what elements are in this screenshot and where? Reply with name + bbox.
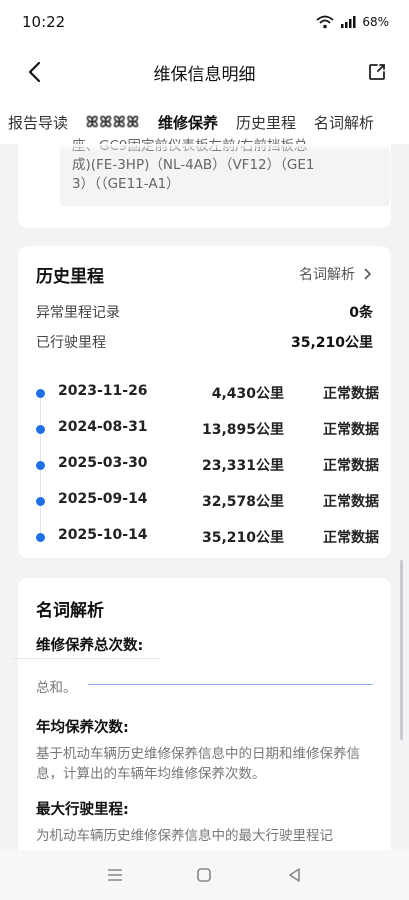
share-icon: [369, 64, 385, 80]
chevron-left-icon: [28, 61, 41, 83]
record-mileage: 23,331公里: [201, 458, 284, 474]
history-title: 历史里程: [36, 267, 104, 287]
system-navigation-bar: [0, 850, 409, 900]
parts-line-3: 3）（（GE11-A1）: [72, 176, 180, 192]
driven-mileage-label: 已行驶里程: [36, 335, 106, 351]
mileage-timeline: 2023-11-26 4,430公里 正常数据 2024-08-31 13,89…: [34, 378, 379, 558]
abnormal-mileage-label: 异常里程记录: [36, 305, 120, 321]
term-divider: [12, 658, 160, 659]
back-nav-button[interactable]: [274, 855, 314, 895]
record-mileage: 4,430公里: [211, 386, 284, 402]
mileage-history-card: 历史里程 名词解析 异常里程记录 0条 已行驶里程 35,210公里 2023-…: [18, 246, 391, 558]
menu-button[interactable]: [95, 855, 135, 895]
record-date: 2025-09-14: [58, 491, 148, 507]
parts-detail-box: 座、GC9固定前仪表板左前/右前挡板总 成)(FE-3HP)（NL-4AB）（V…: [60, 138, 390, 206]
abnormal-mileage-value: 0条: [349, 305, 373, 321]
timeline-row: 2025-03-30 23,331公里 正常数据: [34, 453, 379, 477]
glossary-term: 维修保养总次数:: [36, 638, 144, 654]
record-mileage: 13,895公里: [201, 422, 284, 438]
scrollbar[interactable]: [400, 560, 403, 740]
fade-mask: [60, 144, 390, 152]
back-button[interactable]: [20, 58, 48, 86]
tab-report-guide[interactable]: 报告导读: [8, 100, 68, 144]
glossary-desc: 为机动车辆历史维修保养信息中的最大行驶里程记: [36, 828, 333, 844]
glossary-term: 年均保养次数:: [36, 720, 129, 736]
glossary-link-label: 名词解析: [299, 267, 355, 283]
menu-icon: [107, 869, 122, 881]
maintenance-detail-card: 座、GC9固定前仪表板左前/右前挡板总 成)(FE-3HP)（NL-4AB）（V…: [18, 138, 391, 228]
record-mileage: 32,578公里: [201, 494, 284, 510]
status-icons: 68%: [316, 15, 389, 29]
record-date: 2025-03-30: [58, 455, 148, 471]
record-status: 正常数据: [323, 530, 379, 546]
home-button[interactable]: [184, 855, 224, 895]
glossary-link[interactable]: 名词解析: [299, 264, 371, 284]
timeline-dot: [36, 425, 45, 434]
status-time: 10:22: [22, 13, 66, 31]
driven-mileage-value: 35,210公里: [290, 335, 373, 351]
share-button[interactable]: [363, 58, 391, 86]
timeline-row: 2025-10-14 35,210公里 正常数据: [34, 525, 379, 549]
timeline-dot: [36, 389, 45, 398]
signal-icon: [340, 16, 356, 28]
page-title: 维保信息明细: [153, 64, 256, 85]
battery-level: 68%: [362, 15, 389, 29]
record-status: 正常数据: [323, 458, 379, 474]
status-bar: 10:22 68%: [0, 0, 409, 44]
timeline-dot: [36, 497, 45, 506]
chevron-right-icon: [364, 268, 371, 280]
record-date: 2025-10-14: [58, 527, 148, 543]
home-square-icon: [197, 868, 212, 882]
glossary-title: 名词解析: [36, 601, 104, 621]
parts-line-2: 成)(FE-3HP)（NL-4AB）（VF12）（GE1: [72, 157, 315, 173]
screen: 10:22 68% 维保信息明细 报告导读 ꕤꕤꕤꕤ 维修保养 历史里程 名词解…: [0, 0, 409, 900]
selection-line: [88, 684, 373, 685]
back-triangle-icon: [289, 868, 300, 882]
timeline-dot: [36, 461, 45, 470]
timeline-dot: [36, 533, 45, 542]
glossary-card: 名词解析 维修保养总次数: 总和。 年均保养次数: 基于机动车辆历史维修保养信息…: [18, 578, 391, 878]
glossary-desc: 基于机动车辆历史维修保养信息中的日期和维修保养信息，计算出的车辆年均维修保养次数…: [36, 746, 360, 782]
timeline-row: 2024-08-31 13,895公里 正常数据: [34, 417, 379, 441]
record-status: 正常数据: [323, 494, 379, 510]
wifi-icon: [316, 15, 334, 29]
record-status: 正常数据: [323, 422, 379, 438]
record-mileage: 35,210公里: [201, 530, 284, 546]
record-status: 正常数据: [323, 386, 379, 402]
timeline-row: 2023-11-26 4,430公里 正常数据: [34, 381, 379, 405]
glossary-term: 最大行驶里程:: [36, 802, 129, 818]
record-date: 2024-08-31: [58, 419, 148, 435]
nav-bar: 维保信息明细: [0, 44, 409, 100]
record-date: 2023-11-26: [58, 383, 148, 399]
glossary-desc: 总和。: [36, 680, 77, 696]
timeline-row: 2025-09-14 32,578公里 正常数据: [34, 489, 379, 513]
